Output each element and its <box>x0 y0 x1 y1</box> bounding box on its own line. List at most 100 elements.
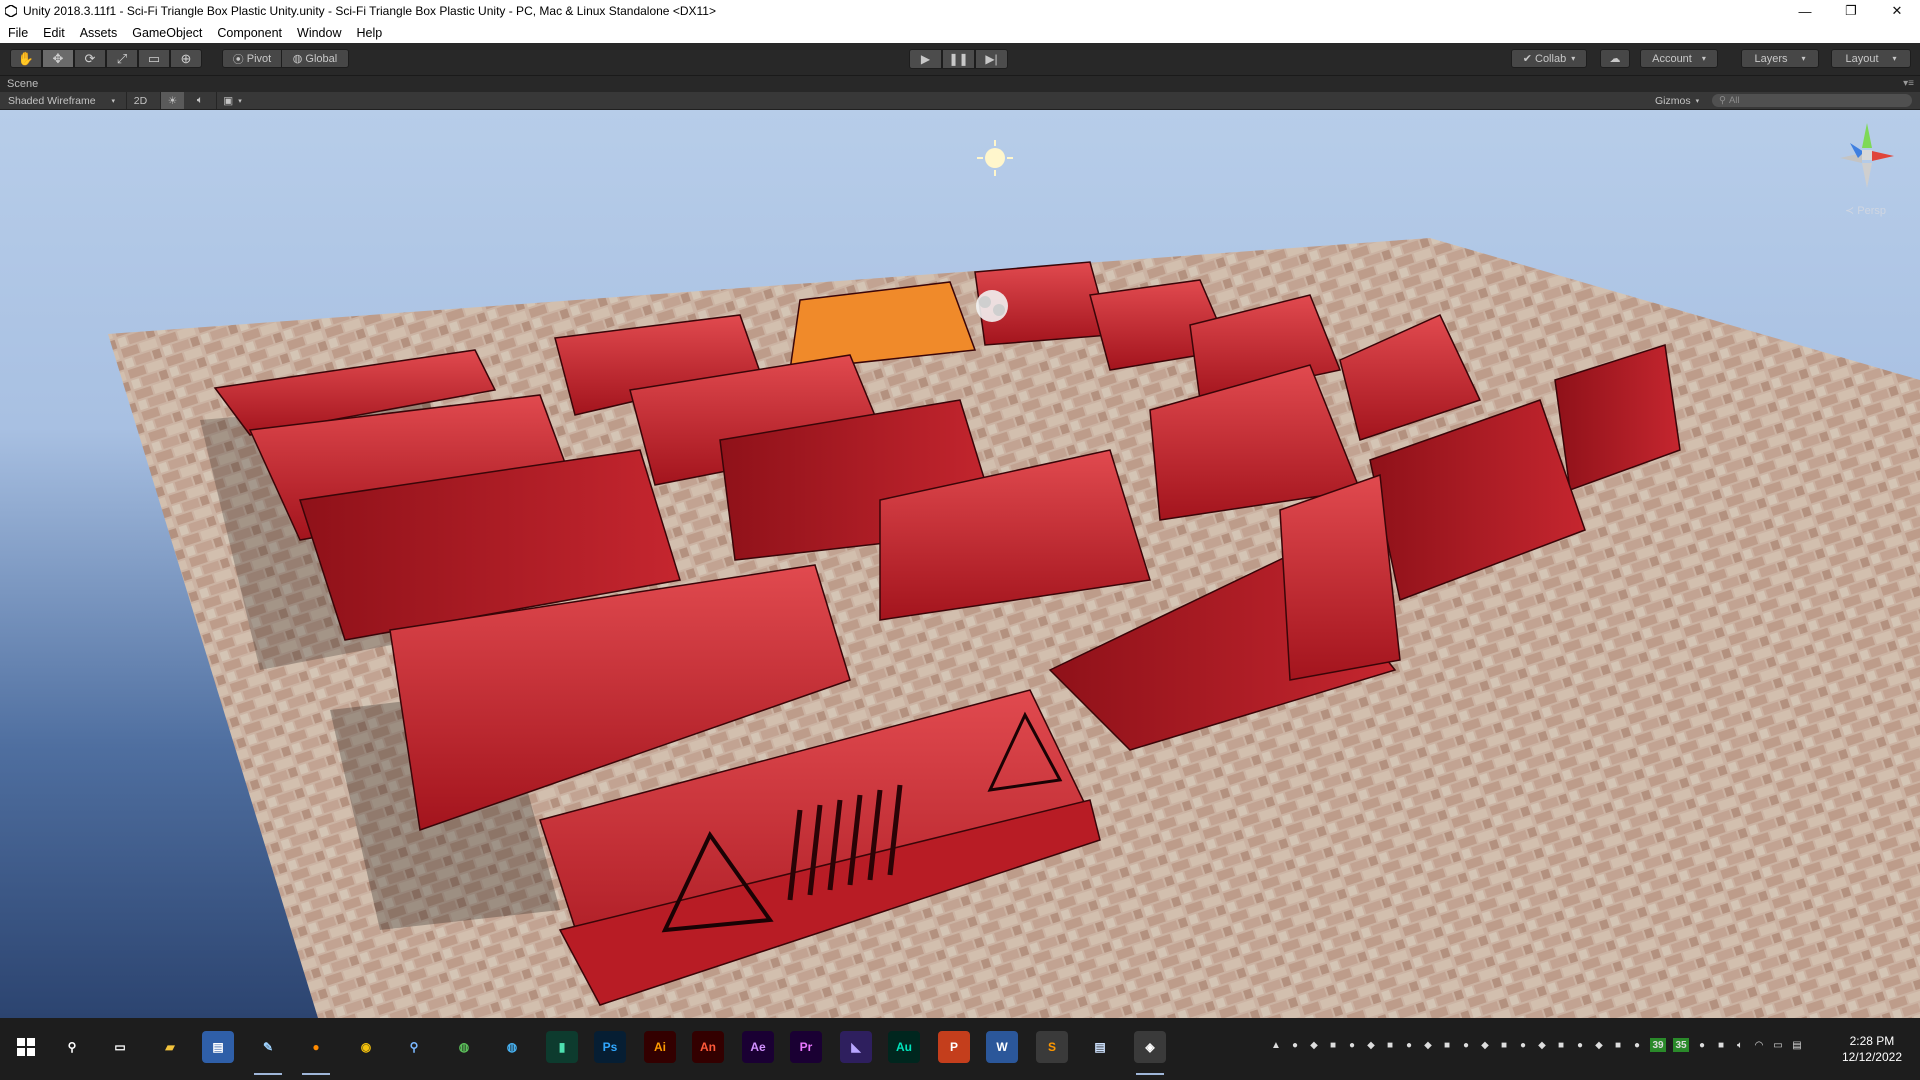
tray-icon[interactable]: ■ <box>1715 1038 1727 1052</box>
pivot-label: Pivot <box>246 52 272 65</box>
panel-menu-icon[interactable]: ▾≡ <box>1903 76 1914 92</box>
reflection-probe-icon[interactable] <box>976 290 1008 322</box>
rect-tool-icon[interactable]: ▭ <box>138 49 170 68</box>
tray-icon[interactable]: ◆ <box>1593 1038 1605 1052</box>
pause-button[interactable]: ❚❚ <box>942 49 975 69</box>
tray-icon[interactable]: ■ <box>1498 1038 1510 1052</box>
photoshop-icon[interactable]: Ps <box>594 1031 626 1063</box>
audition-icon[interactable]: Au <box>888 1031 920 1063</box>
menu-help[interactable]: Help <box>348 26 389 40</box>
projection-label[interactable]: ≺ Persp <box>1845 204 1886 217</box>
tray-icon[interactable]: ■ <box>1555 1038 1567 1052</box>
tray-icon[interactable]: ● <box>1574 1038 1586 1052</box>
word-icon[interactable]: W <box>986 1031 1018 1063</box>
task-view-icon[interactable]: ▭ <box>104 1031 136 1063</box>
menu-gameobject[interactable]: GameObject <box>124 26 209 40</box>
tray-icon[interactable]: ● <box>1346 1038 1358 1052</box>
tray-icon[interactable]: ■ <box>1441 1038 1453 1052</box>
menu-component[interactable]: Component <box>209 26 289 40</box>
scene-viewport[interactable]: ≺ Persp <box>0 110 1920 1018</box>
tray-icon[interactable]: ■ <box>1327 1038 1339 1052</box>
tray-icon[interactable]: ● <box>1289 1038 1301 1052</box>
tray-icon[interactable]: ▲ <box>1270 1038 1282 1052</box>
move-tool-icon[interactable]: ✥ <box>42 49 74 68</box>
tray-icon[interactable]: ◆ <box>1308 1038 1320 1052</box>
paint-icon[interactable]: ✎ <box>252 1031 284 1075</box>
globe-2-icon[interactable]: ◍ <box>496 1031 528 1063</box>
title-bar: Unity 2018.3.11f1 - Sci-Fi Triangle Box … <box>0 0 1920 22</box>
step-button[interactable]: ▶| <box>975 49 1008 69</box>
tray-icon[interactable]: ◆ <box>1536 1038 1548 1052</box>
audio-toggle[interactable]: 🔈︎ <box>188 92 212 109</box>
notepad-icon[interactable]: ▤ <box>1084 1031 1116 1063</box>
playback-controls: ▶ ❚❚ ▶| <box>909 49 1008 69</box>
chevron-down-icon: ▾ <box>238 97 242 105</box>
menu-file[interactable]: File <box>0 26 35 40</box>
search-placeholder: All <box>1728 95 1740 106</box>
after-effects-icon[interactable]: Ae <box>742 1031 774 1063</box>
rotate-tool-icon[interactable]: ⟳ <box>74 49 106 68</box>
firefox-icon[interactable]: ● <box>300 1031 332 1075</box>
orientation-gizmo[interactable] <box>1832 118 1902 198</box>
menu-window[interactable]: Window <box>289 26 348 40</box>
clock[interactable]: 2:28 PM 12/12/2022 <box>1842 1033 1902 1065</box>
close-button[interactable]: ✕ <box>1874 0 1920 22</box>
scale-tool-icon[interactable]: ⤢ <box>106 49 138 68</box>
account-dropdown[interactable]: Account ▾ <box>1640 49 1718 68</box>
restore-button[interactable]: ❐ <box>1828 0 1874 22</box>
battery-icon[interactable]: ▭ <box>1772 1038 1784 1052</box>
play-button[interactable]: ▶ <box>909 49 942 69</box>
animate-icon[interactable]: An <box>692 1031 724 1063</box>
collab-dropdown[interactable]: ✔ Collab ▾ <box>1511 49 1587 68</box>
pivot-toggle[interactable]: ⦿ Pivot <box>222 49 282 68</box>
shading-mode-dropdown[interactable]: Shaded Wireframe ▾ <box>8 92 123 109</box>
tray-icon[interactable]: ■ <box>1612 1038 1624 1052</box>
unity-icon[interactable]: ◈ <box>1134 1031 1166 1075</box>
tray-icon[interactable]: ● <box>1403 1038 1415 1052</box>
wifi-icon[interactable]: ◠ <box>1753 1038 1765 1052</box>
illustrator-icon[interactable]: Ai <box>644 1031 676 1063</box>
tray-badge[interactable]: 35 <box>1673 1038 1689 1052</box>
tray-icon[interactable]: ● <box>1631 1038 1643 1052</box>
layers-dropdown[interactable]: Layers ▾ <box>1741 49 1819 68</box>
minimize-button[interactable]: — <box>1782 0 1828 22</box>
file-explorer-icon[interactable]: ▰ <box>154 1031 186 1063</box>
notification-icon[interactable]: ▤ <box>1791 1038 1803 1052</box>
search-app-icon[interactable]: ⚲ <box>398 1031 430 1063</box>
2d-label: 2D <box>133 94 148 107</box>
hand-tool-icon[interactable]: ✋ <box>10 49 42 68</box>
powerpoint-icon[interactable]: P <box>938 1031 970 1063</box>
scene-search-input[interactable]: ⚲ All <box>1712 94 1912 107</box>
globe-icon[interactable]: ◍ <box>448 1031 480 1063</box>
scene-tab[interactable]: Scene <box>7 78 38 90</box>
visual-studio-icon[interactable]: ◣ <box>840 1031 872 1063</box>
transform-tool-icon[interactable]: ⊕ <box>170 49 202 68</box>
effects-dropdown[interactable]: ▣ ▾ <box>216 92 248 109</box>
menu-assets[interactable]: Assets <box>72 26 125 40</box>
lighting-toggle[interactable]: ☀ <box>160 92 184 109</box>
search-icon[interactable]: ⚲ <box>56 1031 88 1063</box>
clock-time: 2:28 PM <box>1849 1034 1895 1048</box>
volume-icon[interactable]: 🔈︎ <box>1734 1038 1746 1052</box>
dreamweaver-icon[interactable]: ▮ <box>546 1031 578 1063</box>
tray-badge[interactable]: 39 <box>1650 1038 1666 1052</box>
gizmos-dropdown[interactable]: Gizmos ▾ <box>1655 92 1705 109</box>
tray-icon[interactable]: ◆ <box>1422 1038 1434 1052</box>
layout-dropdown[interactable]: Layout ▾ <box>1831 49 1911 68</box>
windows-start-icon[interactable] <box>10 1031 42 1063</box>
tray-icon[interactable]: ◆ <box>1365 1038 1377 1052</box>
menu-edit[interactable]: Edit <box>35 26 72 40</box>
chrome-icon[interactable]: ◉ <box>350 1031 382 1063</box>
sublime-icon[interactable]: S <box>1036 1031 1068 1063</box>
perspective-icon: ≺ <box>1844 205 1855 217</box>
tray-icon[interactable]: ■ <box>1384 1038 1396 1052</box>
tray-icon[interactable]: ● <box>1696 1038 1708 1052</box>
cloud-button[interactable]: ☁ <box>1600 49 1630 68</box>
app-blue-icon[interactable]: ▤ <box>202 1031 234 1063</box>
premiere-icon[interactable]: Pr <box>790 1031 822 1063</box>
tray-icon[interactable]: ◆ <box>1479 1038 1491 1052</box>
2d-toggle[interactable]: 2D <box>126 92 154 109</box>
tray-icon[interactable]: ● <box>1460 1038 1472 1052</box>
tray-icon[interactable]: ● <box>1517 1038 1529 1052</box>
global-toggle[interactable]: ◍ Global <box>281 49 349 68</box>
